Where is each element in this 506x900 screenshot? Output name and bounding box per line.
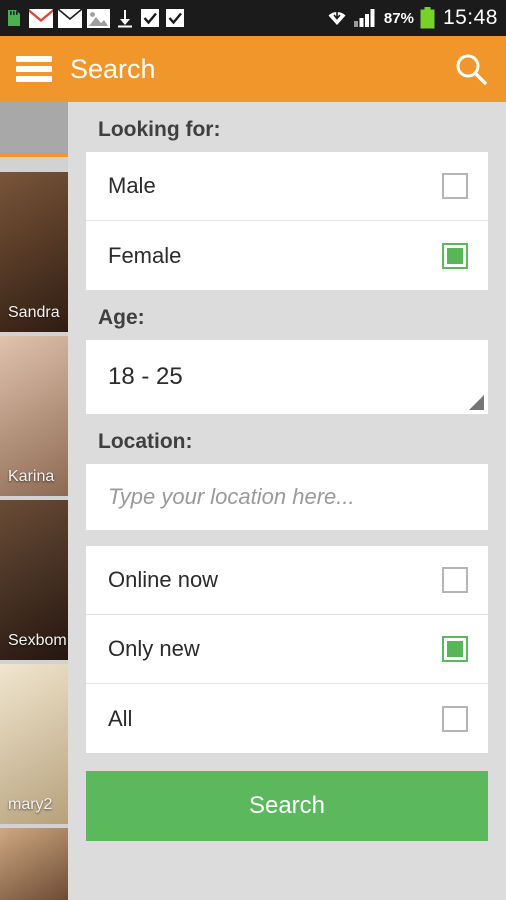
page-title: Search: [70, 53, 156, 84]
search-filter-panel: Looking for: Male Female Age: 18 - 25 Lo…: [68, 102, 506, 900]
option-row-online-now[interactable]: Online now: [86, 546, 488, 615]
list-item[interactable]: Sandra: [0, 172, 68, 332]
checkbox-online-now[interactable]: [442, 567, 468, 593]
chevron-down-icon: [469, 395, 484, 410]
action-bar: Search: [0, 36, 506, 102]
option-label: Male: [108, 173, 156, 198]
wifi-icon: [326, 8, 348, 28]
search-icon[interactable]: [452, 50, 490, 88]
status-bar-notification-icons: [4, 8, 185, 28]
photo-icon: [87, 8, 110, 28]
location-input[interactable]: [108, 484, 466, 510]
location-label: Location:: [98, 430, 193, 453]
avatar: [0, 828, 68, 900]
clock-label: 15:48: [442, 6, 498, 29]
age-label: Age:: [98, 306, 145, 329]
looking-for-group: Male Female: [86, 152, 488, 290]
checkbox-female[interactable]: [442, 242, 468, 269]
list-item-label: Sexbom: [8, 632, 67, 649]
list-item[interactable]: mary2: [0, 664, 68, 824]
option-row-all[interactable]: All: [86, 684, 488, 753]
gmail-icon: [29, 8, 53, 28]
checkbox-only-new[interactable]: [442, 636, 468, 662]
checkbox-male[interactable]: [442, 173, 468, 199]
list-item-label: mary2: [8, 796, 53, 813]
list-item-label: Karina: [8, 468, 55, 485]
status-bar: 87% 15:48: [0, 0, 506, 36]
list-item[interactable]: Karina: [0, 336, 68, 496]
battery-percent-label: 87%: [383, 9, 414, 27]
option-row-female[interactable]: Female: [86, 221, 488, 290]
age-select-value: 18 - 25: [108, 363, 183, 390]
download-icon: [115, 8, 135, 28]
hamburger-menu-icon[interactable]: [16, 56, 52, 82]
looking-for-label: Looking for:: [98, 118, 221, 141]
task-done-icon: [140, 8, 160, 28]
age-select[interactable]: 18 - 25: [86, 340, 488, 414]
list-item[interactable]: [0, 828, 68, 900]
sd-card-icon: [4, 8, 24, 28]
signal-icon: [353, 8, 378, 28]
location-input-wrap[interactable]: [86, 464, 488, 530]
list-item[interactable]: Sexbom: [0, 500, 68, 660]
status-bar-system-icons: 87% 15:48: [326, 6, 498, 30]
option-row-male[interactable]: Male: [86, 152, 488, 221]
list-item-label: Sandra: [8, 304, 60, 321]
extra-filter-group: Online now Only new All: [86, 546, 488, 753]
search-button[interactable]: Search: [86, 771, 488, 841]
option-label: Female: [108, 242, 182, 268]
battery-icon: [420, 7, 435, 29]
option-label: Only new: [108, 636, 200, 661]
mail-icon: [58, 8, 82, 28]
task-done-icon-2: [165, 8, 185, 28]
option-label: All: [108, 705, 133, 731]
option-label: Online now: [108, 567, 219, 592]
phone-screen: 87% 15:48 Search Sandra Karina Sexbom ma…: [0, 0, 506, 900]
checkbox-all[interactable]: [442, 705, 468, 732]
option-row-only-new[interactable]: Only new: [86, 615, 488, 684]
